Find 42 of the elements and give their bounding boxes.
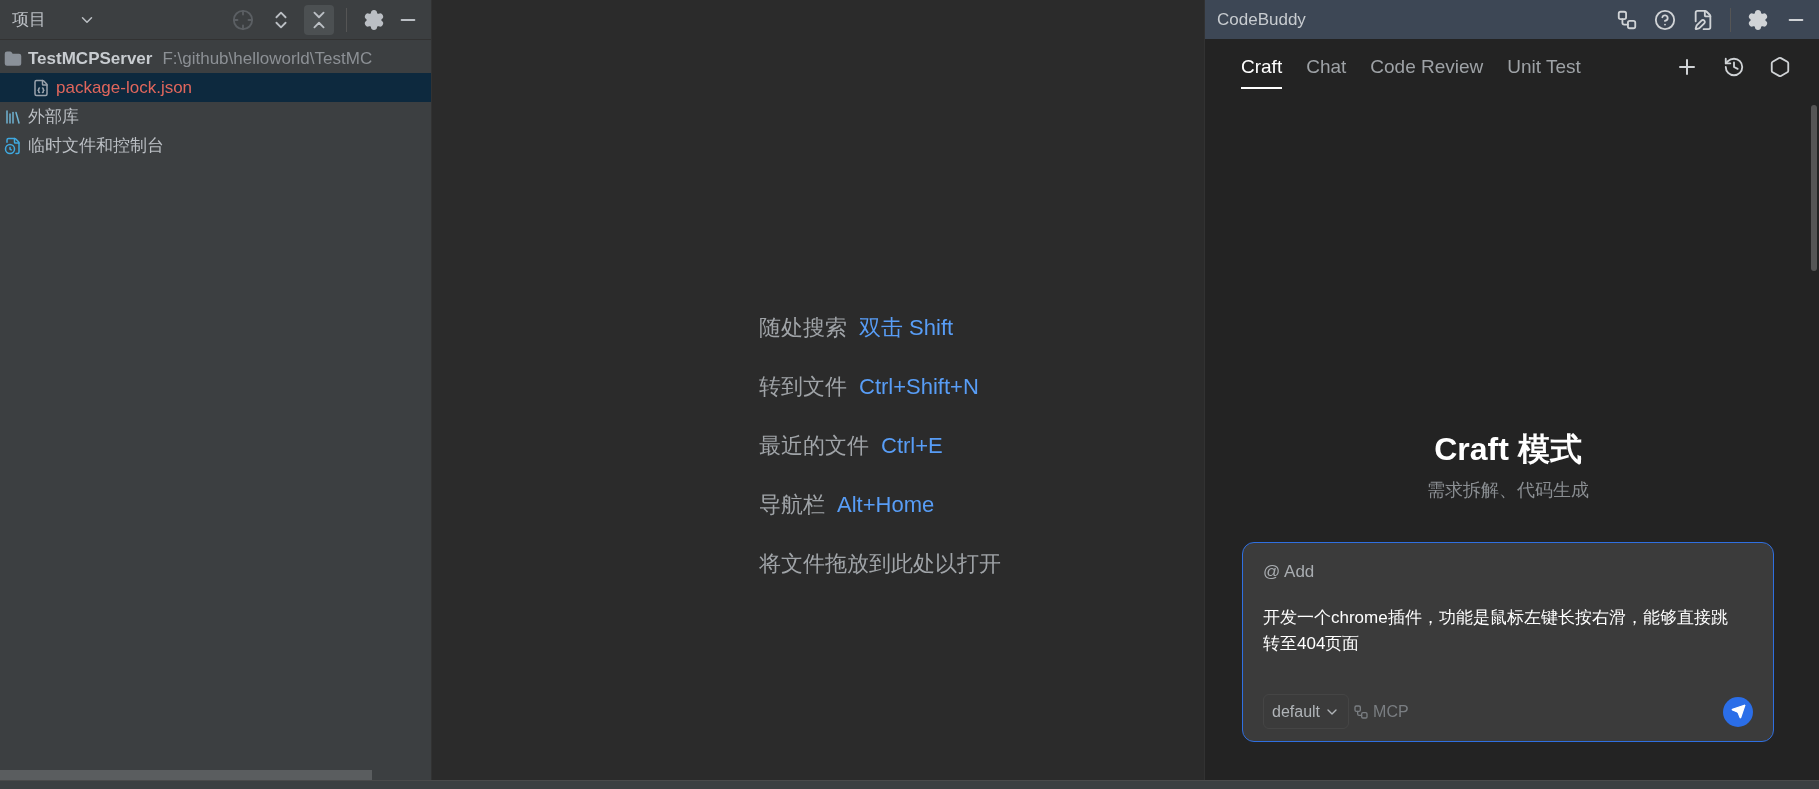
tree-item[interactable]: 外部库 (0, 102, 431, 131)
tree-item-path: F:\github\helloworld\TestMC (162, 47, 373, 70)
scrollbar[interactable] (1811, 105, 1817, 271)
tree-item-label: 临时文件和控制台 (28, 134, 164, 157)
model-select[interactable]: default (1263, 694, 1350, 729)
mode-subtitle: 需求拆解、代码生成 (1427, 479, 1589, 502)
folder-icon (4, 49, 22, 68)
send-button[interactable] (1723, 696, 1753, 727)
hint-label: 最近的文件 (759, 431, 869, 460)
hint-label: 将文件拖放到此处以打开 (759, 549, 1001, 578)
chat-input-box[interactable]: @ Add 开发一个chrome插件，功能是鼠标左键长按右滑，能够直接跳转至404页面 default MCP (1242, 542, 1774, 742)
message-text: 开发一个chrome插件，功能是鼠标左键长按右滑，能够直接跳转至404页面 (1263, 606, 1729, 655)
hint-label: 转到文件 (759, 372, 847, 401)
hint-label: 导航栏 (759, 490, 825, 519)
hint-shortcut: 双击 Shift (859, 313, 954, 342)
hint-label: 随处搜索 (759, 313, 847, 342)
hint-shortcut: Ctrl+Shift+N (859, 372, 979, 401)
mode-heading: Craft 模式 (1434, 430, 1582, 469)
scratch-file-icon (4, 136, 22, 155)
panel-title[interactable]: 项目 (0, 6, 46, 33)
library-icon (4, 107, 22, 126)
tree-item[interactable]: TestMCPServer F:\github\helloworld\TestMC (0, 44, 431, 73)
tree-item[interactable]: package-lock.json (0, 73, 431, 102)
history-icon[interactable] (1723, 56, 1745, 78)
tab[interactable]: Unit Test (1507, 44, 1581, 90)
help-icon[interactable] (1654, 8, 1676, 31)
notes-icon[interactable] (1692, 8, 1714, 31)
tree-item-label: TestMCPServer (28, 47, 153, 70)
scrollbar[interactable] (0, 770, 372, 780)
json-file-icon (32, 78, 50, 97)
collapse-all-button[interactable] (304, 4, 334, 35)
hint-shortcut: Alt+Home (837, 490, 935, 519)
tab[interactable]: Code Review (1370, 44, 1484, 90)
tab[interactable]: Chat (1306, 44, 1347, 90)
tree-item-label: package-lock.json (56, 76, 193, 99)
tree-item[interactable]: 临时文件和控制台 (0, 131, 431, 160)
send-icon (1730, 704, 1746, 719)
add-context-button[interactable]: @ Add (1263, 559, 1753, 585)
panel-title: CodeBuddy (1217, 8, 1306, 31)
hint-shortcut: Ctrl+E (881, 431, 943, 460)
tab[interactable]: Craft (1241, 44, 1283, 90)
tree-item-label: 外部库 (28, 105, 79, 128)
